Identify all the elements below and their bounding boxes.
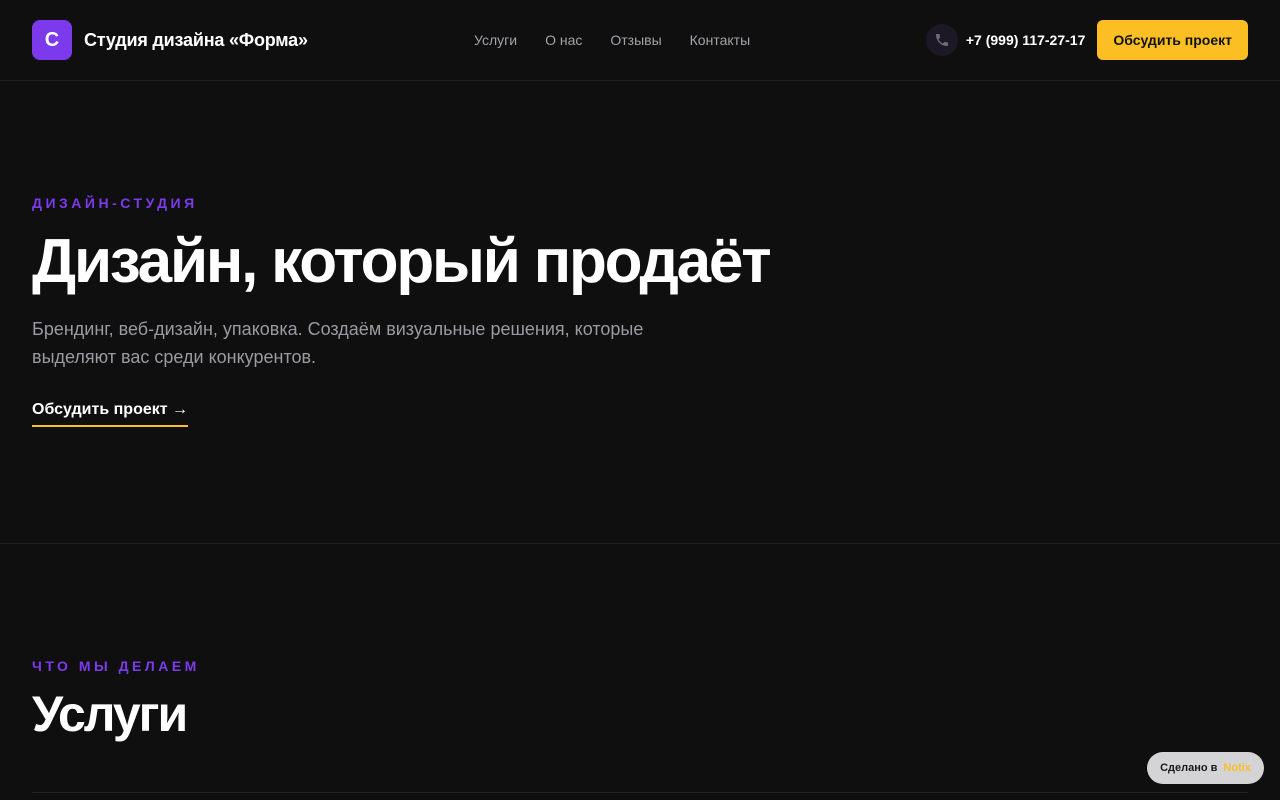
made-with-brand: Notix — [1223, 762, 1251, 774]
logo-mark: С — [32, 20, 72, 60]
brand[interactable]: С Студия дизайна «Форма» — [32, 20, 308, 60]
hero-section: Дизайн-студия Дизайн, который продаёт Бр… — [0, 81, 1280, 544]
nav-item-contacts[interactable]: Контакты — [690, 32, 750, 48]
hero-eyebrow: Дизайн-студия — [32, 195, 198, 211]
main-nav: Услуги О нас Отзывы Контакты — [474, 0, 750, 80]
services-title: Услуги — [32, 686, 188, 742]
services-section: Что мы делаем Услуги — [0, 544, 1280, 800]
hero-discuss-link[interactable]: Обсудить проект → — [32, 401, 189, 427]
site-header: С Студия дизайна «Форма» Услуги О нас От… — [0, 0, 1280, 81]
nav-item-about[interactable]: О нас — [545, 32, 582, 48]
hero-description: Брендинг, веб-дизайн, упаковка. Создаём … — [32, 319, 644, 367]
header-actions: +7 (999) 117-27-17 Обсудить проект — [925, 20, 1248, 60]
nav-item-reviews[interactable]: Отзывы — [610, 32, 661, 48]
services-eyebrow: Что мы делаем — [32, 658, 200, 674]
phone-icon — [925, 24, 958, 56]
phone-link[interactable]: +7 (999) 117-27-17 — [966, 32, 1085, 48]
discuss-project-button[interactable]: Обсудить проект — [1097, 20, 1248, 60]
hero-title: Дизайн, который продаёт — [32, 227, 772, 296]
services-divider — [32, 792, 1248, 793]
brand-name: Студия дизайна «Форма» — [84, 29, 308, 50]
nav-item-services[interactable]: Услуги — [474, 32, 517, 48]
made-with-text: Сделано в — [1160, 762, 1218, 774]
made-with-badge[interactable]: Сделано в Notix — [1147, 752, 1264, 784]
